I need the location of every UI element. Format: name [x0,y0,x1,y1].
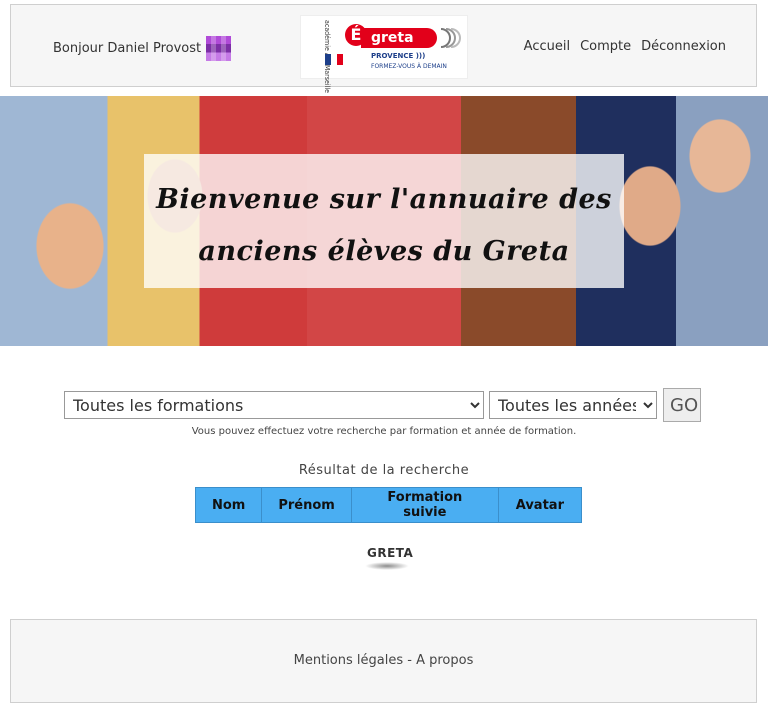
greta-logo[interactable]: académie Aix-Marseille greta É PROVENCE … [300,15,468,93]
footer-links[interactable]: Mentions légales - A propos [294,653,474,668]
table-header-row: Nom Prénom Formation suivie Avatar [194,487,582,523]
hero-title-line1: Bienvenue sur l'annuaire des [156,184,612,215]
greta-small-logo: GRETA [365,546,414,570]
e-badge-icon: É [345,24,367,46]
logo-shadow [365,562,409,570]
avatar [206,36,232,61]
nav-accueil[interactable]: Accueil [524,39,570,54]
user-greeting: Bonjour Daniel Provost [53,36,232,61]
column-nom: Nom [194,487,263,523]
hero-banner: Bienvenue sur l'annuaire des anciens élè… [0,96,768,346]
nav-compte[interactable]: Compte [580,39,631,54]
french-flag-icon [325,54,343,65]
footer: Mentions légales - A propos [10,619,757,703]
column-formation: Formation suivie [350,487,499,523]
arcs-icon [440,28,461,48]
brand-text: greta [361,28,437,48]
small-logo-text: GRETA [367,546,414,560]
formation-select[interactable]: Toutes les formations [64,391,484,419]
greeting-text: Bonjour Daniel Provost [53,41,202,56]
results-title: Résultat de la recherche [298,463,470,478]
top-nav: Accueil Compte Déconnexion [524,39,726,54]
search-hint: Vous pouvez effectuez votre recherche pa… [191,426,577,437]
hero-card: Bienvenue sur l'annuaire des anciens élè… [144,154,624,288]
hero-title: Bienvenue sur l'annuaire des anciens élè… [144,174,624,278]
header: Bonjour Daniel Provost académie Aix-Mars… [10,4,757,93]
annee-select[interactable]: Toutes les années [489,391,657,419]
tagline: FORMEZ-VOUS À DEMAIN [371,63,447,70]
results-table: Nom Prénom Formation suivie Avatar [194,487,582,523]
region-label: PROVENCE ))) [371,52,426,60]
nav-deconnexion[interactable]: Déconnexion [641,39,726,54]
hero-title-line2: anciens élèves du Greta [198,236,570,267]
column-prenom: Prénom [261,487,352,523]
go-button[interactable]: GO [663,388,701,422]
search-bar: Toutes les formations Toutes les années … [64,388,701,422]
column-avatar: Avatar [497,487,582,523]
